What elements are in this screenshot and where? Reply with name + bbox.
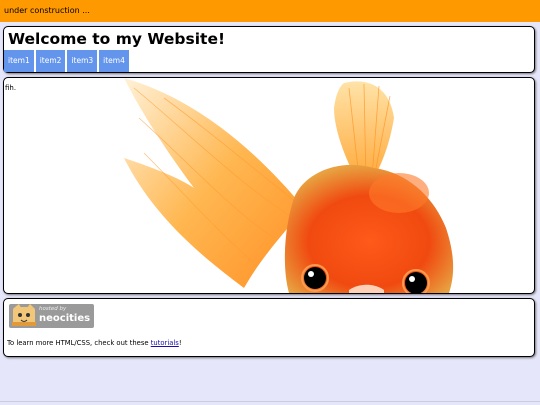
- neocities-cat-icon: [12, 304, 36, 326]
- footer-text-before: To learn more HTML/CSS, check out these: [7, 339, 151, 347]
- neocities-badge[interactable]: hosted by neocities: [9, 304, 94, 328]
- under-construction-text: under construction ...: [4, 6, 90, 15]
- nav-item-1[interactable]: item1: [4, 50, 34, 72]
- page-title: Welcome to my Website!: [8, 30, 226, 48]
- bottom-divider: [0, 401, 540, 402]
- main-text: fih.: [5, 84, 17, 92]
- badge-hosted-by: hosted by: [39, 306, 67, 312]
- under-construction-bar: under construction ...: [0, 0, 540, 22]
- footer-panel: hosted by neocities To learn more HTML/C…: [3, 298, 535, 357]
- nav-item-3[interactable]: item3: [67, 50, 98, 72]
- tutorials-link[interactable]: tutorials: [151, 339, 179, 347]
- footer-text-after: !: [178, 339, 182, 347]
- badge-neocities: neocities: [39, 313, 91, 324]
- nav-item-4[interactable]: item4: [99, 50, 129, 72]
- header-panel: Welcome to my Website! item1 item2 item3…: [3, 26, 535, 73]
- footer-text: To learn more HTML/CSS, check out these …: [7, 339, 182, 347]
- goldfish-image: [124, 78, 454, 293]
- main-panel: fih.: [3, 77, 535, 294]
- navbar: item1 item2 item3 item4: [4, 50, 129, 72]
- nav-item-2[interactable]: item2: [35, 50, 66, 72]
